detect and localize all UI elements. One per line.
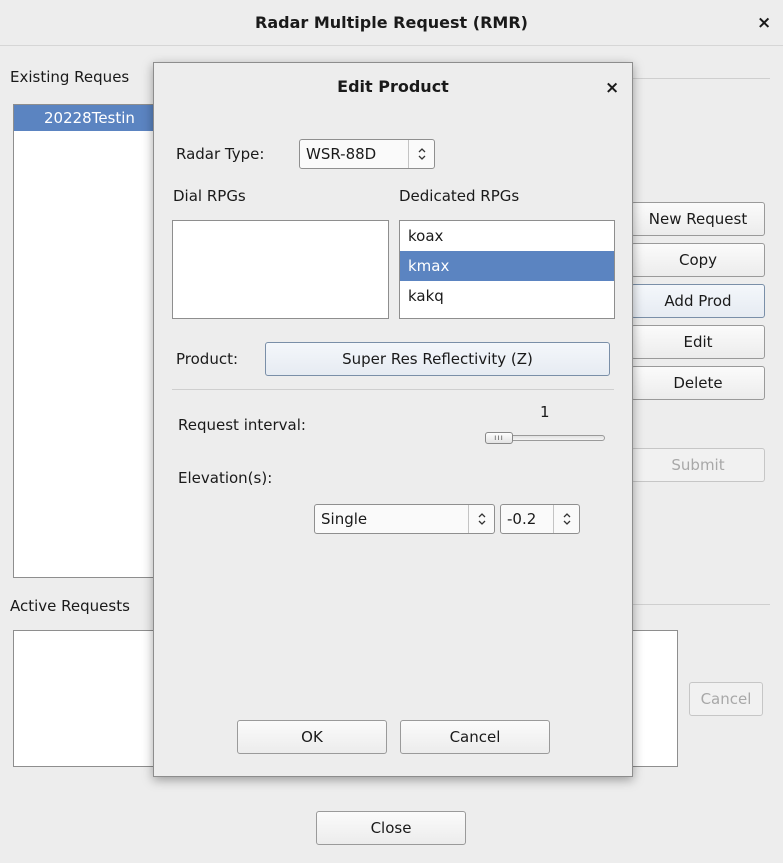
edit-button[interactable]: Edit: [631, 325, 765, 359]
new-request-button[interactable]: New Request: [631, 202, 765, 236]
elevations-label: Elevation(s):: [178, 469, 273, 487]
existing-requests-list[interactable]: 20228Testin: [13, 104, 154, 578]
dedicated-rpgs-label: Dedicated RPGs: [399, 187, 520, 205]
elevation-mode-select[interactable]: Single: [314, 504, 495, 534]
main-window-title: Radar Multiple Request (RMR): [0, 0, 783, 46]
dedicated-rpg-item[interactable]: koax: [400, 221, 614, 251]
edit-product-dialog: Edit Product × Radar Type: WSR-88D Dial …: [153, 62, 633, 777]
radar-type-select[interactable]: WSR-88D: [299, 139, 435, 169]
product-label: Product:: [176, 350, 239, 368]
active-requests-label: Active Requests: [10, 597, 130, 615]
active-requests-separator: [633, 604, 770, 605]
request-interval-value: 1: [540, 403, 550, 421]
copy-button[interactable]: Copy: [631, 243, 765, 277]
dedicated-rpg-item-selected[interactable]: kmax: [400, 251, 614, 281]
request-interval-label: Request interval:: [178, 416, 306, 434]
updown-chevron-icon: [468, 505, 494, 533]
main-close-icon[interactable]: ×: [757, 15, 771, 32]
submit-button[interactable]: Submit: [631, 448, 765, 482]
cancel-active-request-button[interactable]: Cancel: [689, 682, 763, 716]
dialog-close-icon[interactable]: ×: [605, 80, 619, 97]
delete-button[interactable]: Delete: [631, 366, 765, 400]
elevation-mode-value: Single: [321, 510, 368, 528]
dialog-cancel-button[interactable]: Cancel: [400, 720, 550, 754]
dial-rpgs-list[interactable]: [172, 220, 389, 319]
add-prod-button[interactable]: Add Prod: [631, 284, 765, 318]
request-interval-slider-handle[interactable]: ııı: [485, 432, 513, 444]
ok-button[interactable]: OK: [237, 720, 387, 754]
dialog-separator: [172, 389, 614, 390]
updown-chevron-icon: [408, 140, 434, 168]
existing-request-item[interactable]: 20228Testin: [14, 105, 153, 131]
radar-type-value: WSR-88D: [306, 145, 377, 163]
elevation-angle-select[interactable]: -0.2: [500, 504, 580, 534]
dial-rpgs-label: Dial RPGs: [173, 187, 246, 205]
close-button[interactable]: Close: [316, 811, 466, 845]
dedicated-rpg-item[interactable]: kakq: [400, 281, 614, 311]
existing-requests-label: Existing Reques: [10, 68, 130, 86]
dialog-title: Edit Product: [337, 77, 449, 96]
product-select-button[interactable]: Super Res Reflectivity (Z): [265, 342, 610, 376]
elevation-angle-value: -0.2: [507, 510, 537, 528]
dedicated-rpgs-list[interactable]: koax kmax kakq: [399, 220, 615, 319]
existing-requests-separator: [633, 78, 770, 79]
updown-chevron-icon: [553, 505, 579, 533]
radar-type-label: Radar Type:: [176, 145, 265, 163]
